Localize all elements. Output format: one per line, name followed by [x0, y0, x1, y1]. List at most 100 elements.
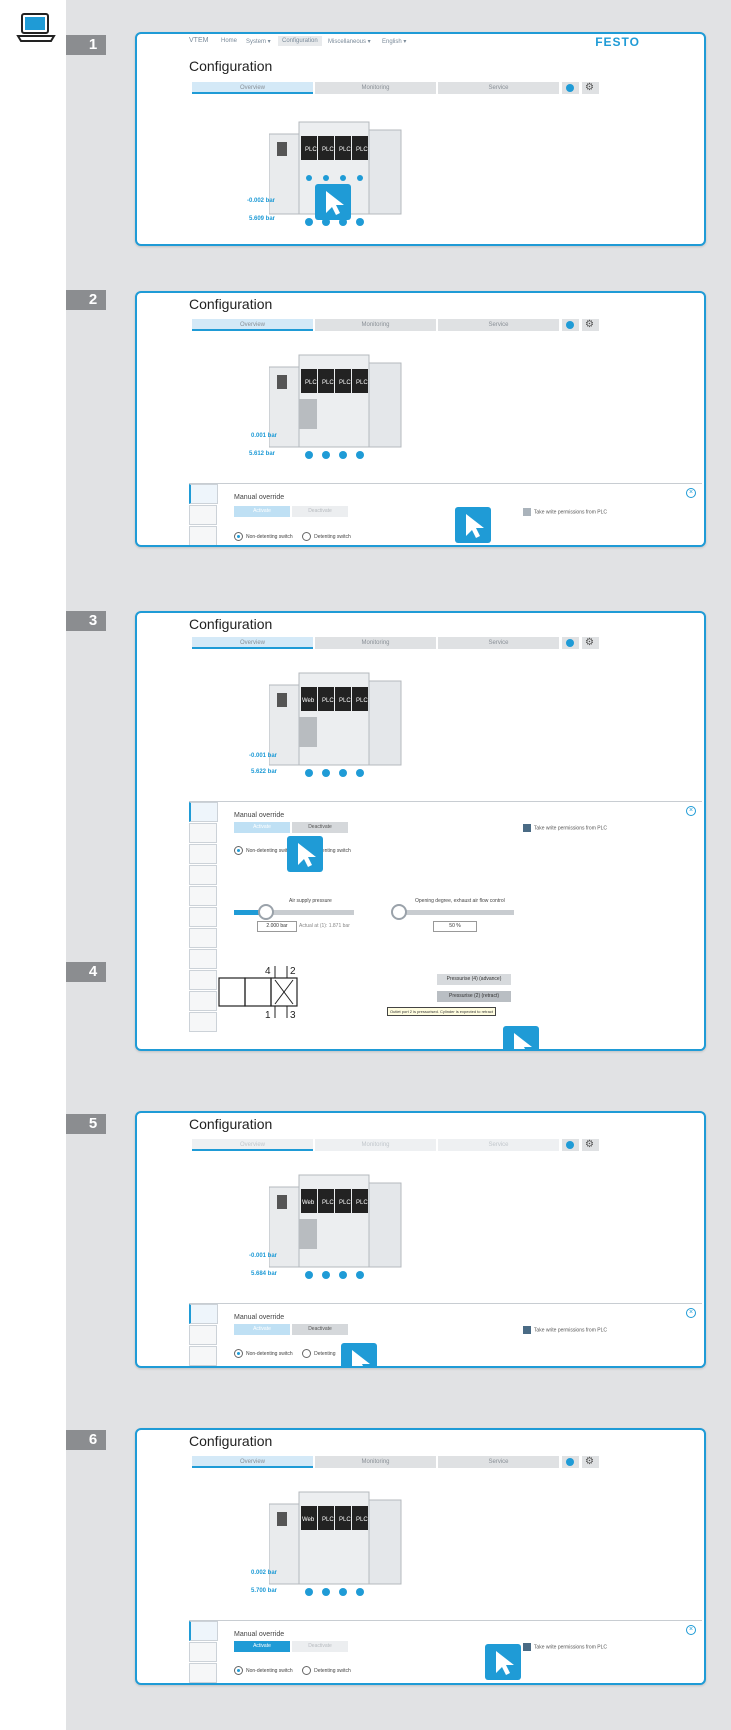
svg-text:PLC: PLC	[305, 147, 317, 153]
settings-button[interactable]: ⚙	[582, 1456, 599, 1468]
tab-overview[interactable]: Overview	[192, 82, 313, 94]
control-icon[interactable]	[189, 823, 217, 843]
user-button[interactable]	[562, 1456, 579, 1468]
valve-icon[interactable]	[189, 1663, 217, 1683]
tab-service[interactable]: Service	[438, 1456, 559, 1468]
activate-button[interactable]: Activate	[234, 506, 290, 517]
svg-text:PLC: PLC	[322, 698, 334, 704]
tab-monitoring[interactable]: Monitoring	[315, 1456, 436, 1468]
plc-permission-checkbox[interactable]: Take write permissions from PLC	[522, 824, 607, 832]
regulator-icon[interactable]	[189, 928, 217, 948]
non-detenting-radio[interactable]	[234, 1349, 243, 1358]
tab-monitoring[interactable]: Monitoring	[315, 637, 436, 649]
tab-service[interactable]: Service	[438, 1139, 559, 1151]
valve-terminal-image: Web PLC PLC PLC	[269, 1491, 402, 1596]
tab-monitoring[interactable]: Monitoring	[315, 319, 436, 331]
pressure-icon[interactable]	[189, 886, 217, 906]
plc-permission-checkbox[interactable]: Take write permissions from PLC	[522, 1643, 607, 1651]
module-icon[interactable]	[189, 991, 217, 1011]
nav-miscellaneous[interactable]: Miscellaneous ▾	[328, 38, 371, 45]
nav-home[interactable]: Home	[221, 38, 237, 44]
checkbox-box[interactable]	[522, 824, 531, 832]
user-button[interactable]	[562, 319, 579, 331]
non-detenting-radio[interactable]	[234, 532, 243, 541]
close-icon[interactable]: ×	[686, 1308, 696, 1318]
air-supply-input[interactable]: 2.000 bar	[257, 921, 297, 932]
deactivate-button[interactable]: Deactivate	[292, 506, 348, 517]
gauge-icon[interactable]	[189, 949, 217, 969]
checkbox-box[interactable]	[522, 1643, 531, 1651]
user-button[interactable]	[562, 1139, 579, 1151]
settings-button[interactable]: ⚙	[582, 637, 599, 649]
user-button[interactable]	[562, 637, 579, 649]
nav-configuration[interactable]: Configuration	[278, 36, 322, 46]
cursor-pointer-icon	[503, 1026, 539, 1049]
checkbox-box[interactable]	[522, 508, 531, 516]
opening-degree-slider[interactable]	[394, 910, 514, 915]
manual-override-panel: Manual override Activate Deactivate Non-…	[189, 483, 702, 545]
tab-overview[interactable]: Overview	[192, 1139, 313, 1151]
activate-button[interactable]: Activate	[234, 822, 290, 833]
svg-text:PLC: PLC	[356, 380, 368, 386]
deactivate-button[interactable]: Deactivate	[292, 822, 348, 833]
valve-icon[interactable]	[189, 844, 217, 864]
gear-icon: ⚙	[585, 1139, 594, 1150]
detenting-radio[interactable]	[302, 532, 312, 541]
tab-overview[interactable]: Overview	[192, 1456, 313, 1468]
opening-degree-slider-handle[interactable]	[391, 904, 407, 920]
close-icon[interactable]: ×	[686, 488, 696, 498]
tab-service[interactable]: Service	[438, 637, 559, 649]
user-button[interactable]	[562, 82, 579, 94]
tab-service[interactable]: Service	[438, 82, 559, 94]
tab-overview[interactable]: Overview	[192, 319, 313, 331]
close-icon[interactable]: ×	[686, 806, 696, 816]
flow-icon[interactable]	[189, 907, 217, 927]
manual-override-title: Manual override	[234, 1631, 285, 1638]
tab-monitoring[interactable]: Monitoring	[315, 82, 436, 94]
manual-override-icon[interactable]	[189, 1621, 218, 1641]
circuit-icon[interactable]	[189, 1012, 217, 1032]
manual-override-icon[interactable]	[189, 802, 218, 822]
valve-icon[interactable]	[189, 526, 217, 545]
nav-system[interactable]: System ▾	[246, 38, 271, 45]
pressurise-advance-button[interactable]: Pressurise (4) (advance)	[437, 974, 511, 985]
deactivate-button[interactable]: Deactivate	[292, 1324, 348, 1335]
valve-icon[interactable]	[189, 1346, 217, 1366]
control-icon[interactable]	[189, 1642, 217, 1662]
nav-language[interactable]: English ▾	[382, 38, 406, 45]
manual-override-icon[interactable]	[189, 1304, 218, 1324]
settings-button[interactable]: ⚙	[582, 82, 599, 94]
manual-override-icon[interactable]	[189, 484, 218, 504]
tab-service[interactable]: Service	[438, 319, 559, 331]
deactivate-button[interactable]: Deactivate	[292, 1641, 348, 1652]
plc-permission-checkbox[interactable]: Take write permissions from PLC	[522, 1326, 607, 1334]
detenting-label: Detenting switch	[314, 533, 351, 540]
svg-text:PLC: PLC	[356, 1200, 368, 1206]
tab-overview[interactable]: Overview	[192, 637, 313, 649]
diagnostics-icon[interactable]	[189, 970, 217, 990]
settings-button[interactable]: ⚙	[582, 319, 599, 331]
activate-button[interactable]: Activate	[234, 1641, 290, 1652]
detenting-radio[interactable]	[302, 1349, 312, 1358]
tab-bar: Overview Monitoring Service ⚙	[192, 1456, 599, 1468]
pressure-bottom-readout: 5.684 bar	[251, 1271, 278, 1277]
svg-text:PLC: PLC	[356, 698, 368, 704]
activate-button[interactable]: Activate	[234, 1324, 290, 1335]
page-title: Configuration	[189, 58, 273, 74]
non-detenting-radio[interactable]	[234, 846, 243, 855]
tab-monitoring[interactable]: Monitoring	[315, 1139, 436, 1151]
plc-permission-checkbox[interactable]: Take write permissions from PLC	[522, 508, 607, 516]
close-icon[interactable]: ×	[686, 1625, 696, 1635]
pressurise-retract-button[interactable]: Pressurise (2) (retract)	[437, 991, 511, 1002]
control-icon[interactable]	[189, 1325, 217, 1345]
air-supply-slider-handle[interactable]	[258, 904, 274, 920]
manual-override-panel: Manual override Activate Deactivate Non-…	[189, 1303, 702, 1366]
detenting-radio[interactable]	[302, 1666, 312, 1675]
nav-brand[interactable]: VTEM	[189, 37, 208, 44]
checkbox-box[interactable]	[522, 1326, 531, 1334]
settings-button[interactable]: ⚙	[582, 1139, 599, 1151]
opening-degree-input[interactable]: 50 %	[433, 921, 477, 932]
sensor-icon[interactable]	[189, 865, 217, 885]
non-detenting-radio[interactable]	[234, 1666, 243, 1675]
control-icon[interactable]	[189, 505, 217, 525]
